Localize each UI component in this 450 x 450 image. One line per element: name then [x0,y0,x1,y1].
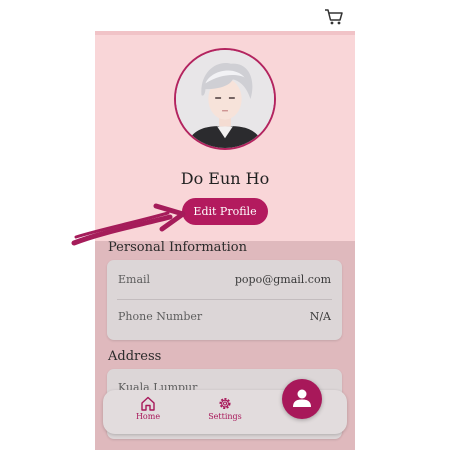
nav-home-label: Home [135,412,161,421]
profile-fab-button[interactable] [282,379,322,419]
email-label: Email [118,273,151,286]
nav-settings[interactable]: Settings [200,396,250,421]
avatar[interactable] [174,48,276,150]
personal-information-card: Email popo@gmail.com Phone Number N/A [107,260,342,340]
header-edge [95,31,355,35]
annotation-arrow [71,203,186,246]
shopping-cart-icon[interactable] [324,8,344,26]
edit-profile-button[interactable]: Edit Profile [182,198,268,225]
avatar-illustration [176,50,274,148]
home-icon [141,396,155,411]
nav-home[interactable]: Home [123,396,173,421]
phone-number-row[interactable]: Phone Number N/A [107,300,342,336]
email-row[interactable]: Email popo@gmail.com [107,263,342,299]
user-name: Do Eun Ho [180,169,270,188]
address-title: Address [108,349,162,364]
nav-settings-label: Settings [208,412,242,421]
phone-number-value: N/A [309,310,331,323]
person-icon [293,389,311,407]
phone-number-label: Phone Number [118,310,203,323]
email-value: popo@gmail.com [234,273,331,286]
gear-icon [219,397,231,410]
